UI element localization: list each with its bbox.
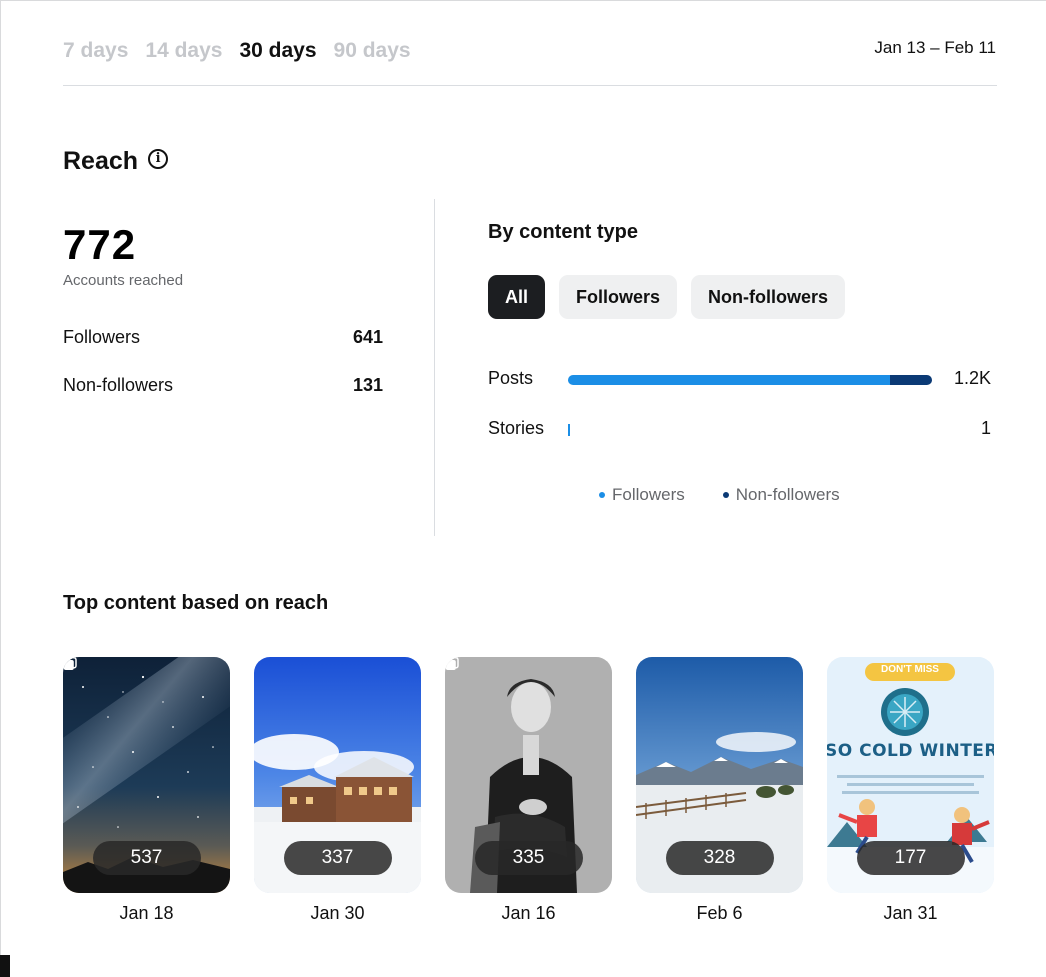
reach-count-badge: 328	[665, 841, 774, 875]
reach-count-badge: 337	[283, 841, 392, 875]
top-content-list: 537 Jan 18 337 Jan 30 335 Jan 16 328 Feb…	[63, 657, 994, 924]
date-range-tabs: 7 days 14 days 30 days 90 days	[63, 39, 411, 63]
tab-30-days[interactable]: 30 days	[239, 39, 316, 63]
chip-all[interactable]: All	[488, 275, 546, 319]
post-thumbnail-lodge[interactable]: 337	[254, 657, 421, 893]
top-content-title: Top content based on reach	[63, 592, 329, 614]
tab-14-days[interactable]: 14 days	[145, 39, 222, 63]
audience-filter-chips: All Followers Non-followers	[488, 275, 846, 319]
post-thumbnail-night-sky[interactable]: 537	[63, 657, 230, 893]
corner-artifact	[0, 955, 10, 977]
top-content-item: 328 Feb 6	[636, 657, 803, 924]
reach-heading: Reach i	[63, 147, 169, 176]
reach-title: Reach	[63, 147, 139, 175]
content-type-row-stories: Stories 1	[488, 418, 991, 442]
accounts-reached-value: 772	[63, 221, 137, 268]
post-date: Jan 30	[310, 903, 365, 923]
content-type-row-posts: Posts 1.2K	[488, 368, 991, 392]
posts-bar	[568, 368, 932, 392]
non-followers-value: 131	[352, 375, 383, 395]
poster-badge: DON'T MISS	[881, 664, 939, 675]
legend-non-followers-label: Non-followers	[735, 485, 840, 504]
legend-dot-icon	[722, 492, 729, 498]
non-followers-label: Non-followers	[63, 375, 174, 395]
stories-value: 1	[980, 418, 991, 438]
tab-7-days[interactable]: 7 days	[63, 39, 128, 63]
info-icon[interactable]: i	[148, 148, 169, 169]
poster-headline: SO COLD WINTERFES	[827, 741, 994, 761]
legend-followers-label: Followers	[612, 485, 685, 504]
posts-value: 1.2K	[953, 368, 991, 388]
stories-label: Stories	[488, 418, 545, 438]
top-content-item: 537 Jan 18	[63, 657, 230, 924]
non-followers-row: Non-followers 131	[63, 375, 383, 396]
by-content-type-title: By content type	[488, 221, 639, 243]
carousel-icon	[445, 657, 459, 670]
followers-value: 641	[352, 327, 383, 347]
stories-bar	[568, 418, 932, 442]
reach-count-badge: 537	[92, 841, 201, 875]
followers-row: Followers 641	[63, 327, 383, 348]
reach-count-badge: 335	[474, 841, 583, 875]
chip-non-followers[interactable]: Non-followers	[691, 275, 846, 319]
accounts-reached-label: Accounts reached	[63, 272, 184, 289]
chart-legend: Followers Non-followers	[599, 485, 840, 505]
top-divider	[63, 85, 997, 86]
post-thumbnail-mountains[interactable]: 328	[636, 657, 803, 893]
top-content-item: DON'T MISS SO COLD WINTERFES 177 Jan 31	[827, 657, 994, 924]
top-content-item: 337 Jan 30	[254, 657, 421, 924]
post-thumbnail-winterfest[interactable]: DON'T MISS SO COLD WINTERFES 177	[827, 657, 994, 893]
post-date: Feb 6	[696, 903, 743, 923]
posts-bar-followers	[568, 375, 891, 385]
posts-bar-non-followers	[890, 375, 932, 385]
legend-non-followers: Non-followers	[722, 485, 840, 505]
post-thumbnail-portrait[interactable]: 335	[445, 657, 612, 893]
top-content-item: 335 Jan 16	[445, 657, 612, 924]
vertical-divider	[434, 199, 435, 536]
posts-label: Posts	[488, 368, 534, 388]
reach-panel: 7 days 14 days 30 days 90 days Jan 13 – …	[0, 0, 1046, 977]
post-date: Jan 18	[119, 903, 174, 923]
legend-followers: Followers	[599, 485, 685, 505]
tab-90-days[interactable]: 90 days	[334, 39, 411, 63]
legend-dot-icon	[599, 492, 605, 498]
chip-followers[interactable]: Followers	[559, 275, 678, 319]
followers-label: Followers	[63, 327, 141, 347]
stories-bar-followers	[568, 424, 570, 436]
date-range-label: Jan 13 – Feb 11	[874, 38, 996, 57]
reach-count-badge: 177	[856, 841, 965, 875]
post-date: Jan 16	[501, 903, 556, 923]
carousel-icon	[63, 657, 77, 670]
post-date: Jan 31	[883, 903, 938, 923]
